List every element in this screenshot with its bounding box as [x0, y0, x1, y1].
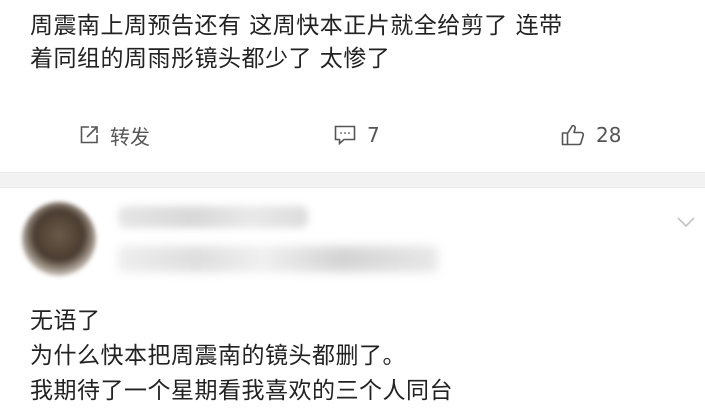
section-divider: [0, 172, 705, 188]
comment-icon: [333, 124, 357, 146]
chevron-down-icon[interactable]: [676, 214, 696, 228]
comment-text-line: 为什么快本把周震南的镜头都删了。: [30, 343, 406, 369]
repost-label: 转发: [110, 124, 150, 149]
comment-text-line: 无语了: [30, 308, 101, 334]
repost-button[interactable]: 转发: [78, 120, 150, 150]
repost-icon: [78, 124, 100, 146]
username-redacted: [118, 206, 308, 228]
like-count: 28: [596, 123, 622, 147]
post-action-bar: 转发 7 28: [0, 112, 705, 156]
meta-redacted: [118, 246, 438, 272]
comment-button[interactable]: 7: [333, 120, 380, 150]
comment-text-line: 我期待了一个星期看我喜欢的三个人同台: [30, 378, 453, 404]
post-text: 周震南上周预告还有 这周快本正片就全给剪了 连带 着同组的周雨彤镜头都少了 太惨…: [30, 10, 700, 76]
comment-count: 7: [367, 123, 380, 147]
avatar[interactable]: [22, 202, 96, 276]
post-text-line: 周震南上周预告还有 这周快本正片就全给剪了 连带: [30, 13, 563, 39]
like-icon: [560, 123, 586, 147]
comment-text: 无语了 为什么快本把周震南的镜头都删了。 我期待了一个星期看我喜欢的三个人同台: [30, 304, 690, 409]
like-button[interactable]: 28: [560, 120, 621, 150]
post-card: 周震南上周预告还有 这周快本正片就全给剪了 连带 着同组的周雨彤镜头都少了 太惨…: [0, 0, 705, 172]
post-text-line: 着同组的周雨彤镜头都少了 太惨了: [30, 46, 391, 72]
comment-card: 无语了 为什么快本把周震南的镜头都删了。 我期待了一个星期看我喜欢的三个人同台: [0, 188, 705, 412]
